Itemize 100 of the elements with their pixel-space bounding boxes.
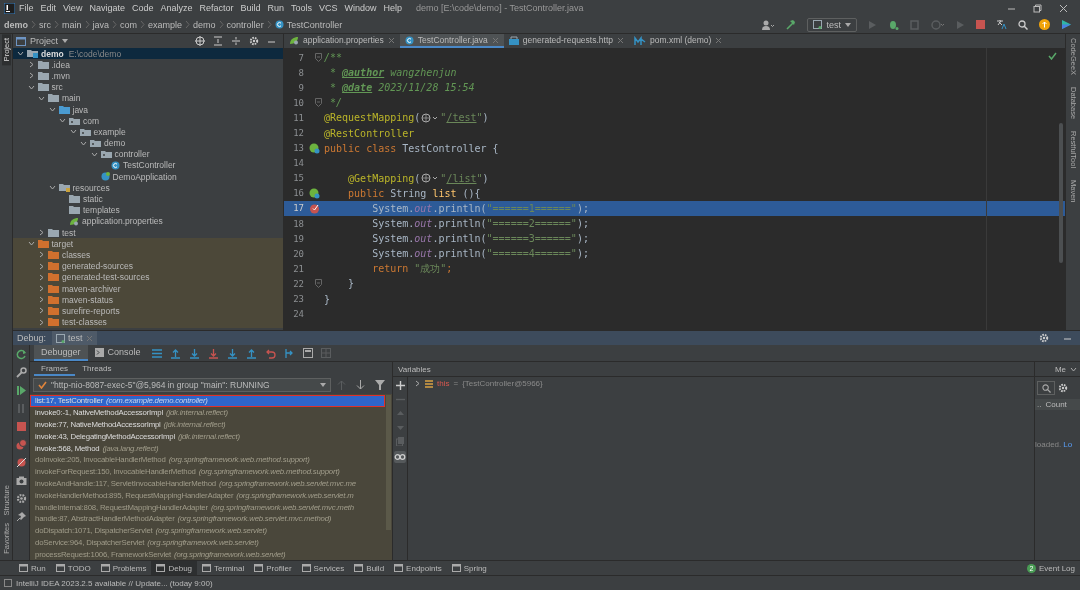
menu-item[interactable]: Tools — [288, 3, 316, 13]
tool-window-button[interactable]: Endpoints — [389, 561, 447, 575]
memory-tab[interactable]: Me — [1054, 364, 1077, 374]
breadcrumb-item[interactable]: demo — [4, 19, 28, 30]
tool-window-button[interactable]: Spring — [446, 561, 492, 575]
editor-tab[interactable]: generated-requests.http — [503, 34, 629, 48]
pause-icon[interactable] — [15, 403, 27, 414]
plugin-logo-icon[interactable] — [1061, 19, 1072, 30]
breadcrumb-item[interactable]: com — [120, 19, 138, 30]
menu-item[interactable]: Code — [128, 3, 157, 13]
editor-tab[interactable]: application.properties — [284, 34, 400, 48]
tree-item[interactable]: DemoApplication — [13, 171, 283, 183]
rerun-icon[interactable] — [15, 349, 27, 360]
down-arrow-icon[interactable] — [356, 380, 365, 390]
hammer-icon[interactable] — [785, 19, 797, 30]
tree-item[interactable]: controller — [13, 148, 283, 160]
menu-icon[interactable] — [151, 348, 162, 358]
search-icon[interactable] — [1018, 19, 1028, 30]
breadcrumb-item[interactable]: controller — [226, 19, 264, 30]
settings-icon[interactable] — [249, 36, 259, 46]
menu-item[interactable]: View — [60, 3, 86, 13]
tree-item[interactable]: templates — [13, 204, 283, 216]
copy-icon[interactable] — [395, 437, 405, 446]
tool-window-button[interactable]: Services — [296, 561, 350, 575]
settings-icon[interactable] — [15, 493, 27, 504]
tool-window-button[interactable]: Debug — [151, 561, 198, 575]
breadcrumb-item[interactable]: main — [62, 19, 82, 30]
frames-tab[interactable]: Threads — [75, 362, 119, 376]
menu-item[interactable]: VCS — [316, 3, 341, 13]
tree-item[interactable]: com — [13, 115, 283, 127]
tree-item[interactable]: static — [13, 193, 283, 205]
up-arrow-icon[interactable] — [245, 347, 257, 359]
tree-item[interactable]: main — [13, 92, 283, 104]
expand-all-icon[interactable] — [213, 36, 223, 46]
restore-icon[interactable] — [1033, 3, 1042, 13]
editor-tab[interactable]: TestController.java — [399, 34, 504, 48]
menu-item[interactable]: Navigate — [86, 3, 128, 13]
tool-window-button[interactable]: Profiler — [249, 561, 297, 575]
tree-item[interactable]: generated-sources — [13, 260, 283, 272]
locate-icon[interactable] — [195, 36, 205, 46]
tree-item[interactable]: classes — [13, 249, 283, 261]
debugger-tab[interactable]: Console — [87, 345, 148, 361]
fold-icon[interactable] — [314, 53, 322, 63]
frames-tab[interactable]: Frames — [34, 362, 76, 376]
tree-item[interactable]: test — [13, 227, 283, 239]
tool-window-button[interactable]: Terminal — [197, 561, 250, 575]
close-icon[interactable] — [1059, 3, 1068, 13]
tree-item[interactable]: src — [13, 81, 283, 93]
filter-icon[interactable] — [375, 380, 385, 390]
tree-item[interactable]: example — [13, 126, 283, 138]
down-arrow-icon[interactable] — [207, 347, 219, 359]
up-arrow-icon[interactable] — [337, 380, 346, 390]
tree-item[interactable]: test-classes — [13, 316, 283, 328]
collapse-all-icon[interactable] — [231, 36, 241, 46]
load-link[interactable]: Lo — [1063, 440, 1073, 449]
menu-item[interactable]: Refactor — [196, 3, 237, 13]
session-tab[interactable]: test — [52, 331, 97, 345]
fold-icon[interactable] — [314, 279, 322, 289]
play-icon[interactable] — [868, 19, 877, 30]
stop-icon[interactable] — [15, 421, 27, 432]
column-header[interactable]: .. — [1037, 400, 1042, 409]
tree-item[interactable]: .mvn — [13, 70, 283, 82]
tool-window-button[interactable]: TODO — [50, 561, 96, 575]
play-icon[interactable] — [956, 19, 965, 30]
breadcrumb-item[interactable]: demo — [193, 19, 216, 30]
tree-item[interactable]: application.properties — [13, 215, 283, 227]
tool-window-button[interactable]: Problems — [95, 561, 152, 575]
down-arrow-icon[interactable] — [226, 347, 238, 359]
tool-window-button[interactable]: Build — [349, 561, 390, 575]
bug-icon[interactable] — [888, 19, 899, 30]
menu-item[interactable]: File — [16, 3, 37, 13]
menu-item[interactable]: Edit — [37, 3, 60, 13]
close-icon[interactable] — [387, 36, 395, 44]
debugger-tab[interactable]: Debugger — [34, 345, 88, 361]
globe-icon[interactable] — [421, 112, 440, 123]
wrench-icon[interactable] — [15, 367, 27, 378]
user-icon[interactable] — [761, 19, 775, 30]
menu-item[interactable]: Analyze — [157, 3, 196, 13]
tree-item[interactable]: java — [13, 103, 283, 116]
tree-item[interactable]: surefire-reports — [13, 305, 283, 317]
search-field[interactable] — [1037, 381, 1055, 395]
bean-icon[interactable] — [308, 187, 320, 199]
close-icon[interactable] — [715, 36, 723, 44]
editor-tab[interactable]: pom.xml (demo) — [629, 34, 728, 48]
variable-row[interactable]: this = {TestController@5966} — [414, 379, 543, 388]
fold-icon[interactable] — [314, 98, 322, 108]
menu-item[interactable]: Build — [237, 3, 264, 13]
breadcrumb-item[interactable]: java — [92, 19, 110, 30]
breadcrumb-item[interactable]: TestController — [286, 19, 343, 30]
plus-icon[interactable] — [395, 381, 405, 390]
translate-icon[interactable] — [996, 19, 1007, 30]
mute-breakpoints-icon[interactable] — [15, 457, 27, 468]
breakpoints-icon[interactable] — [15, 439, 27, 450]
settings-icon[interactable] — [1039, 333, 1049, 343]
tree-item[interactable]: maven-status — [13, 294, 283, 306]
tool-window-button[interactable]: Run — [14, 561, 51, 575]
close-icon[interactable] — [617, 36, 624, 44]
globe-icon[interactable] — [421, 173, 440, 184]
tree-item[interactable]: .idea — [13, 59, 283, 71]
menu-item[interactable]: Run — [264, 3, 287, 13]
